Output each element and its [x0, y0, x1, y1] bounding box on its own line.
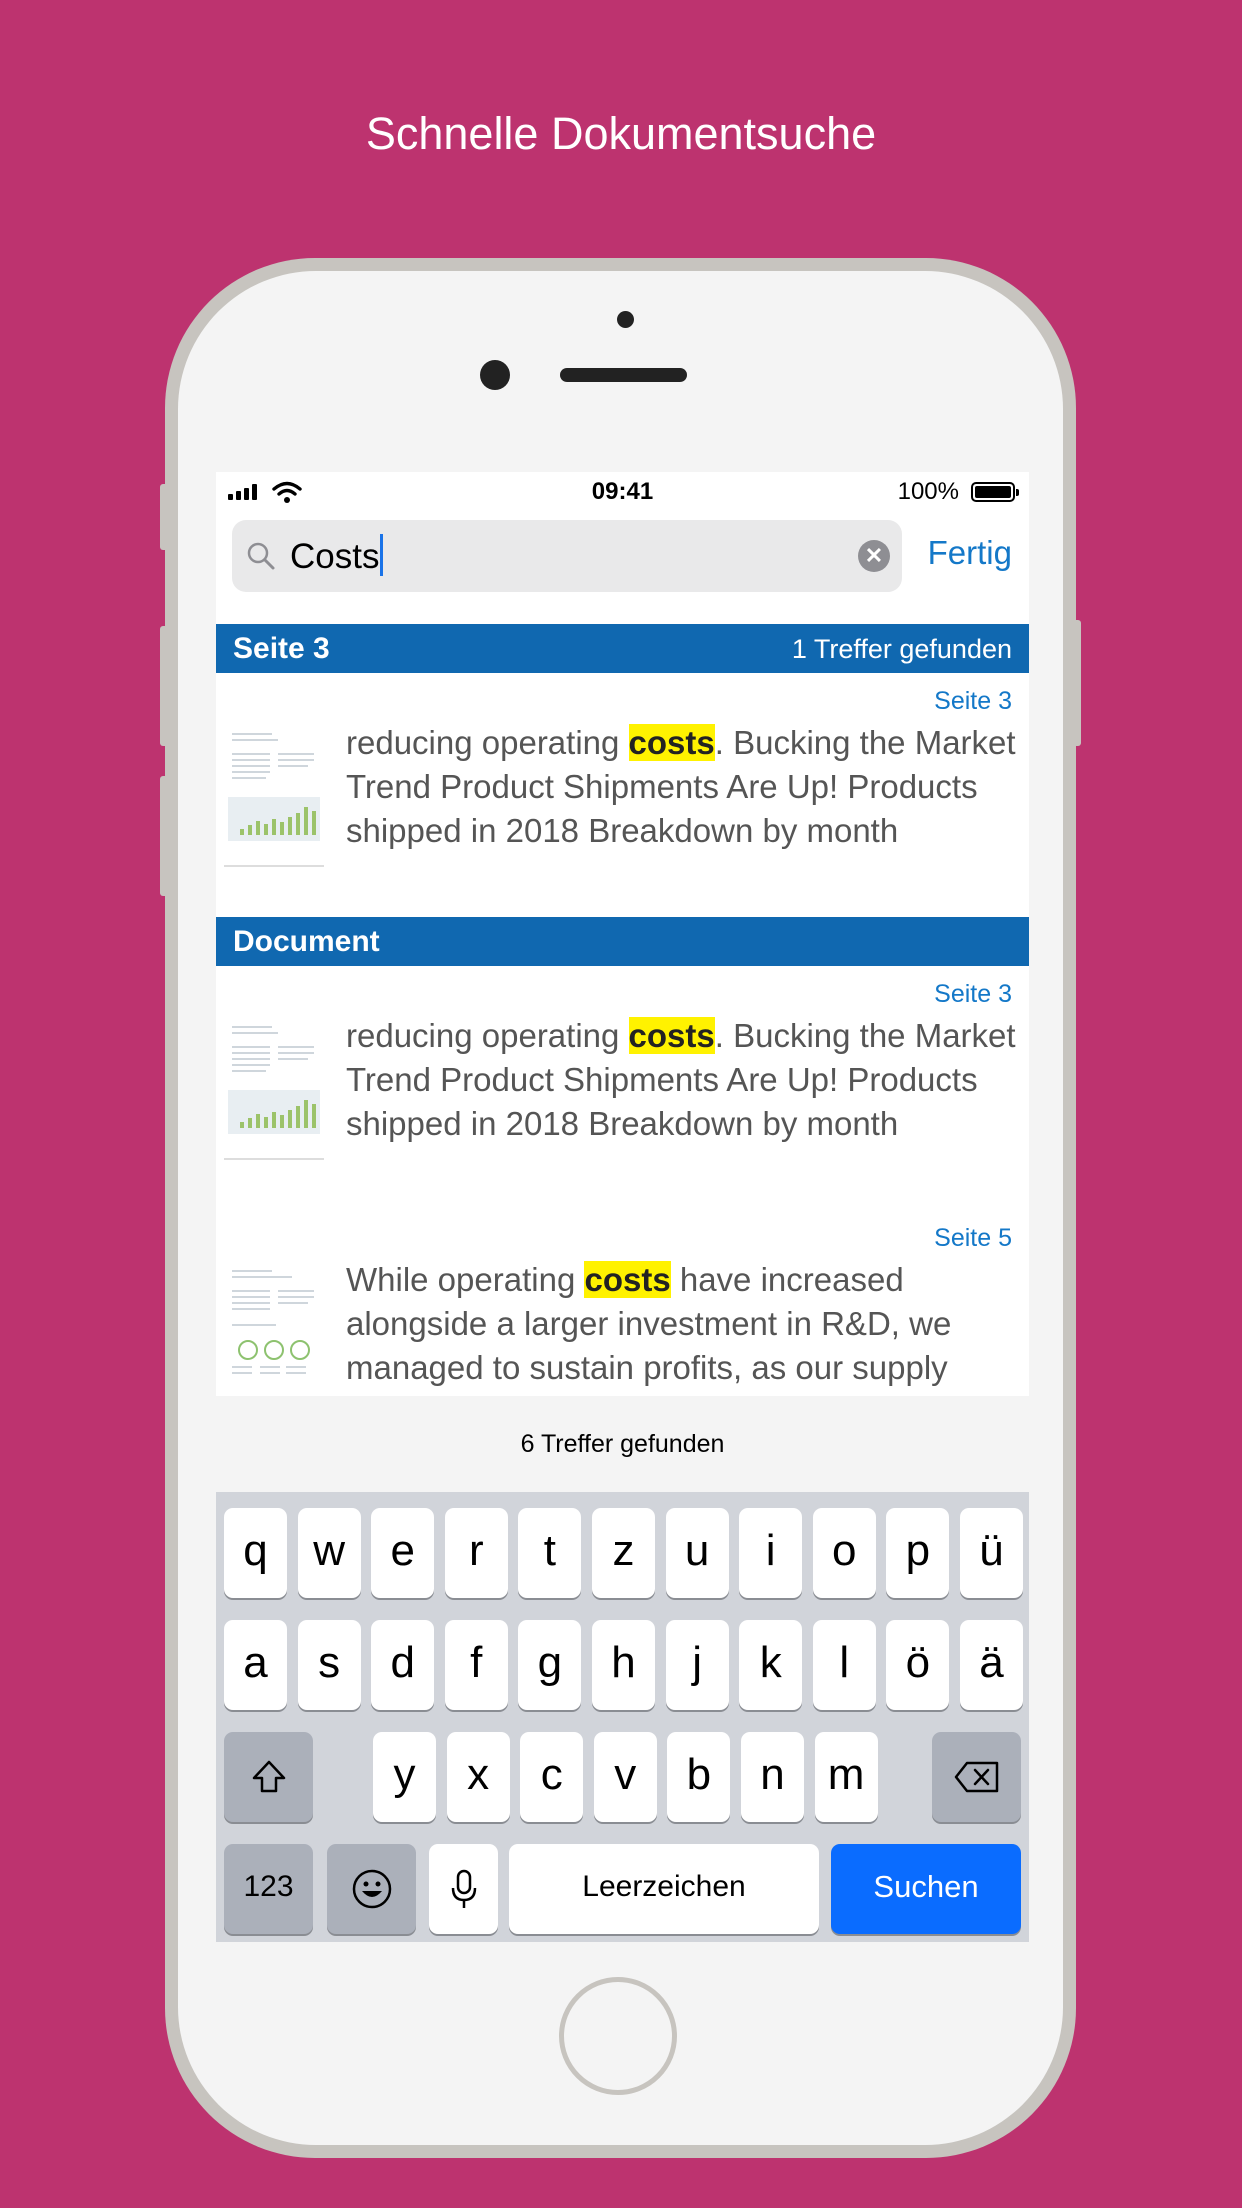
key-g[interactable]: g	[518, 1620, 582, 1710]
numbers-key[interactable]: 123	[224, 1844, 313, 1934]
key-ö[interactable]: ö	[886, 1620, 950, 1710]
key-a[interactable]: a	[224, 1620, 287, 1710]
section-title: Document	[233, 925, 380, 958]
search-return-key[interactable]: Suchen	[831, 1844, 1021, 1934]
section-title: Seite 3	[233, 632, 330, 665]
done-button[interactable]: Fertig	[928, 534, 1012, 572]
screen: 09:41 100% Costs ✕ Fertig Seite 3 1 Tref…	[216, 472, 1029, 1942]
side-button-volume-up	[160, 626, 168, 746]
backspace-key[interactable]	[932, 1732, 1021, 1822]
page-thumbnail	[224, 1262, 324, 1404]
side-button-mute	[160, 484, 168, 550]
key-l[interactable]: l	[812, 1620, 876, 1710]
match-highlight: costs	[628, 1017, 715, 1054]
result-page-ref: Seite 3	[934, 980, 1012, 1008]
section-header-page-3: Seite 3 1 Treffer gefunden	[216, 624, 1029, 673]
side-button-power	[1073, 620, 1081, 746]
front-camera	[480, 360, 510, 390]
key-i[interactable]: i	[739, 1508, 803, 1598]
clear-search-icon[interactable]: ✕	[858, 540, 890, 572]
section-header-document: Document	[216, 917, 1029, 966]
key-f[interactable]: f	[444, 1620, 508, 1710]
key-s[interactable]: s	[297, 1620, 361, 1710]
result-snippet: While operating costs have increased alo…	[346, 1261, 952, 1386]
battery-icon	[971, 482, 1019, 502]
result-page-ref: Seite 5	[934, 1224, 1012, 1252]
earpiece-speaker	[560, 368, 687, 382]
key-t[interactable]: t	[518, 1508, 582, 1598]
match-highlight: costs	[628, 724, 715, 761]
key-b[interactable]: b	[667, 1732, 731, 1822]
keyboard: qwertzuiopü asdfghjklöä yxcvbnm 123 Leer…	[216, 1492, 1029, 1942]
status-bar: 09:41 100%	[216, 472, 1029, 512]
key-r[interactable]: r	[444, 1508, 508, 1598]
side-button-volume-down	[160, 776, 168, 896]
search-icon	[247, 542, 275, 570]
proximity-sensor	[617, 311, 634, 328]
home-button[interactable]	[559, 1977, 677, 2095]
emoji-key[interactable]	[327, 1844, 416, 1934]
total-hits-label: 6 Treffer gefunden	[216, 1396, 1029, 1492]
page-thumbnail	[224, 725, 324, 867]
search-result[interactable]: Seite 3 reducing operating costs. Buckin…	[216, 673, 1029, 918]
key-d[interactable]: d	[371, 1620, 435, 1710]
key-v[interactable]: v	[593, 1732, 657, 1822]
space-key[interactable]: Leerzeichen	[509, 1844, 819, 1934]
key-h[interactable]: h	[592, 1620, 655, 1710]
key-x[interactable]: x	[446, 1732, 510, 1822]
shift-key[interactable]	[224, 1732, 313, 1822]
key-j[interactable]: j	[665, 1620, 729, 1710]
key-n[interactable]: n	[741, 1732, 804, 1822]
headline: Schnelle Dokumentsuche	[365, 108, 877, 159]
emoji-icon	[352, 1869, 391, 1909]
key-p[interactable]: p	[886, 1508, 950, 1598]
key-c[interactable]: c	[520, 1732, 584, 1822]
result-snippet: reducing operating costs. Bucking the Ma…	[346, 1017, 1016, 1142]
text-cursor	[380, 534, 384, 576]
match-highlight: costs	[584, 1261, 671, 1298]
key-ä[interactable]: ä	[960, 1620, 1023, 1710]
key-m[interactable]: m	[814, 1732, 878, 1822]
key-q[interactable]: q	[224, 1508, 287, 1598]
shift-icon	[252, 1760, 285, 1793]
search-input[interactable]: Costs ✕	[232, 520, 902, 592]
search-query: Costs	[290, 537, 380, 576]
microphone-icon	[451, 1869, 476, 1908]
result-page-ref: Seite 3	[934, 687, 1012, 715]
key-w[interactable]: w	[297, 1508, 361, 1598]
backspace-icon	[954, 1761, 998, 1793]
key-y[interactable]: y	[373, 1732, 436, 1822]
key-u[interactable]: u	[665, 1508, 729, 1598]
search-result[interactable]: Seite 3 reducing operating costs. Buckin…	[216, 966, 1029, 1211]
battery-percentage: 100%	[897, 478, 959, 505]
dictation-key[interactable]	[429, 1844, 498, 1934]
search-bar: Costs ✕ Fertig	[216, 512, 1029, 597]
key-e[interactable]: e	[371, 1508, 435, 1598]
page-thumbnail	[224, 1018, 324, 1160]
section-hit-count: 1 Treffer gefunden	[791, 634, 1012, 664]
key-k[interactable]: k	[739, 1620, 803, 1710]
key-z[interactable]: z	[592, 1508, 655, 1598]
key-ü[interactable]: ü	[960, 1508, 1023, 1598]
key-o[interactable]: o	[812, 1508, 876, 1598]
result-snippet: reducing operating costs. Bucking the Ma…	[346, 724, 1016, 849]
